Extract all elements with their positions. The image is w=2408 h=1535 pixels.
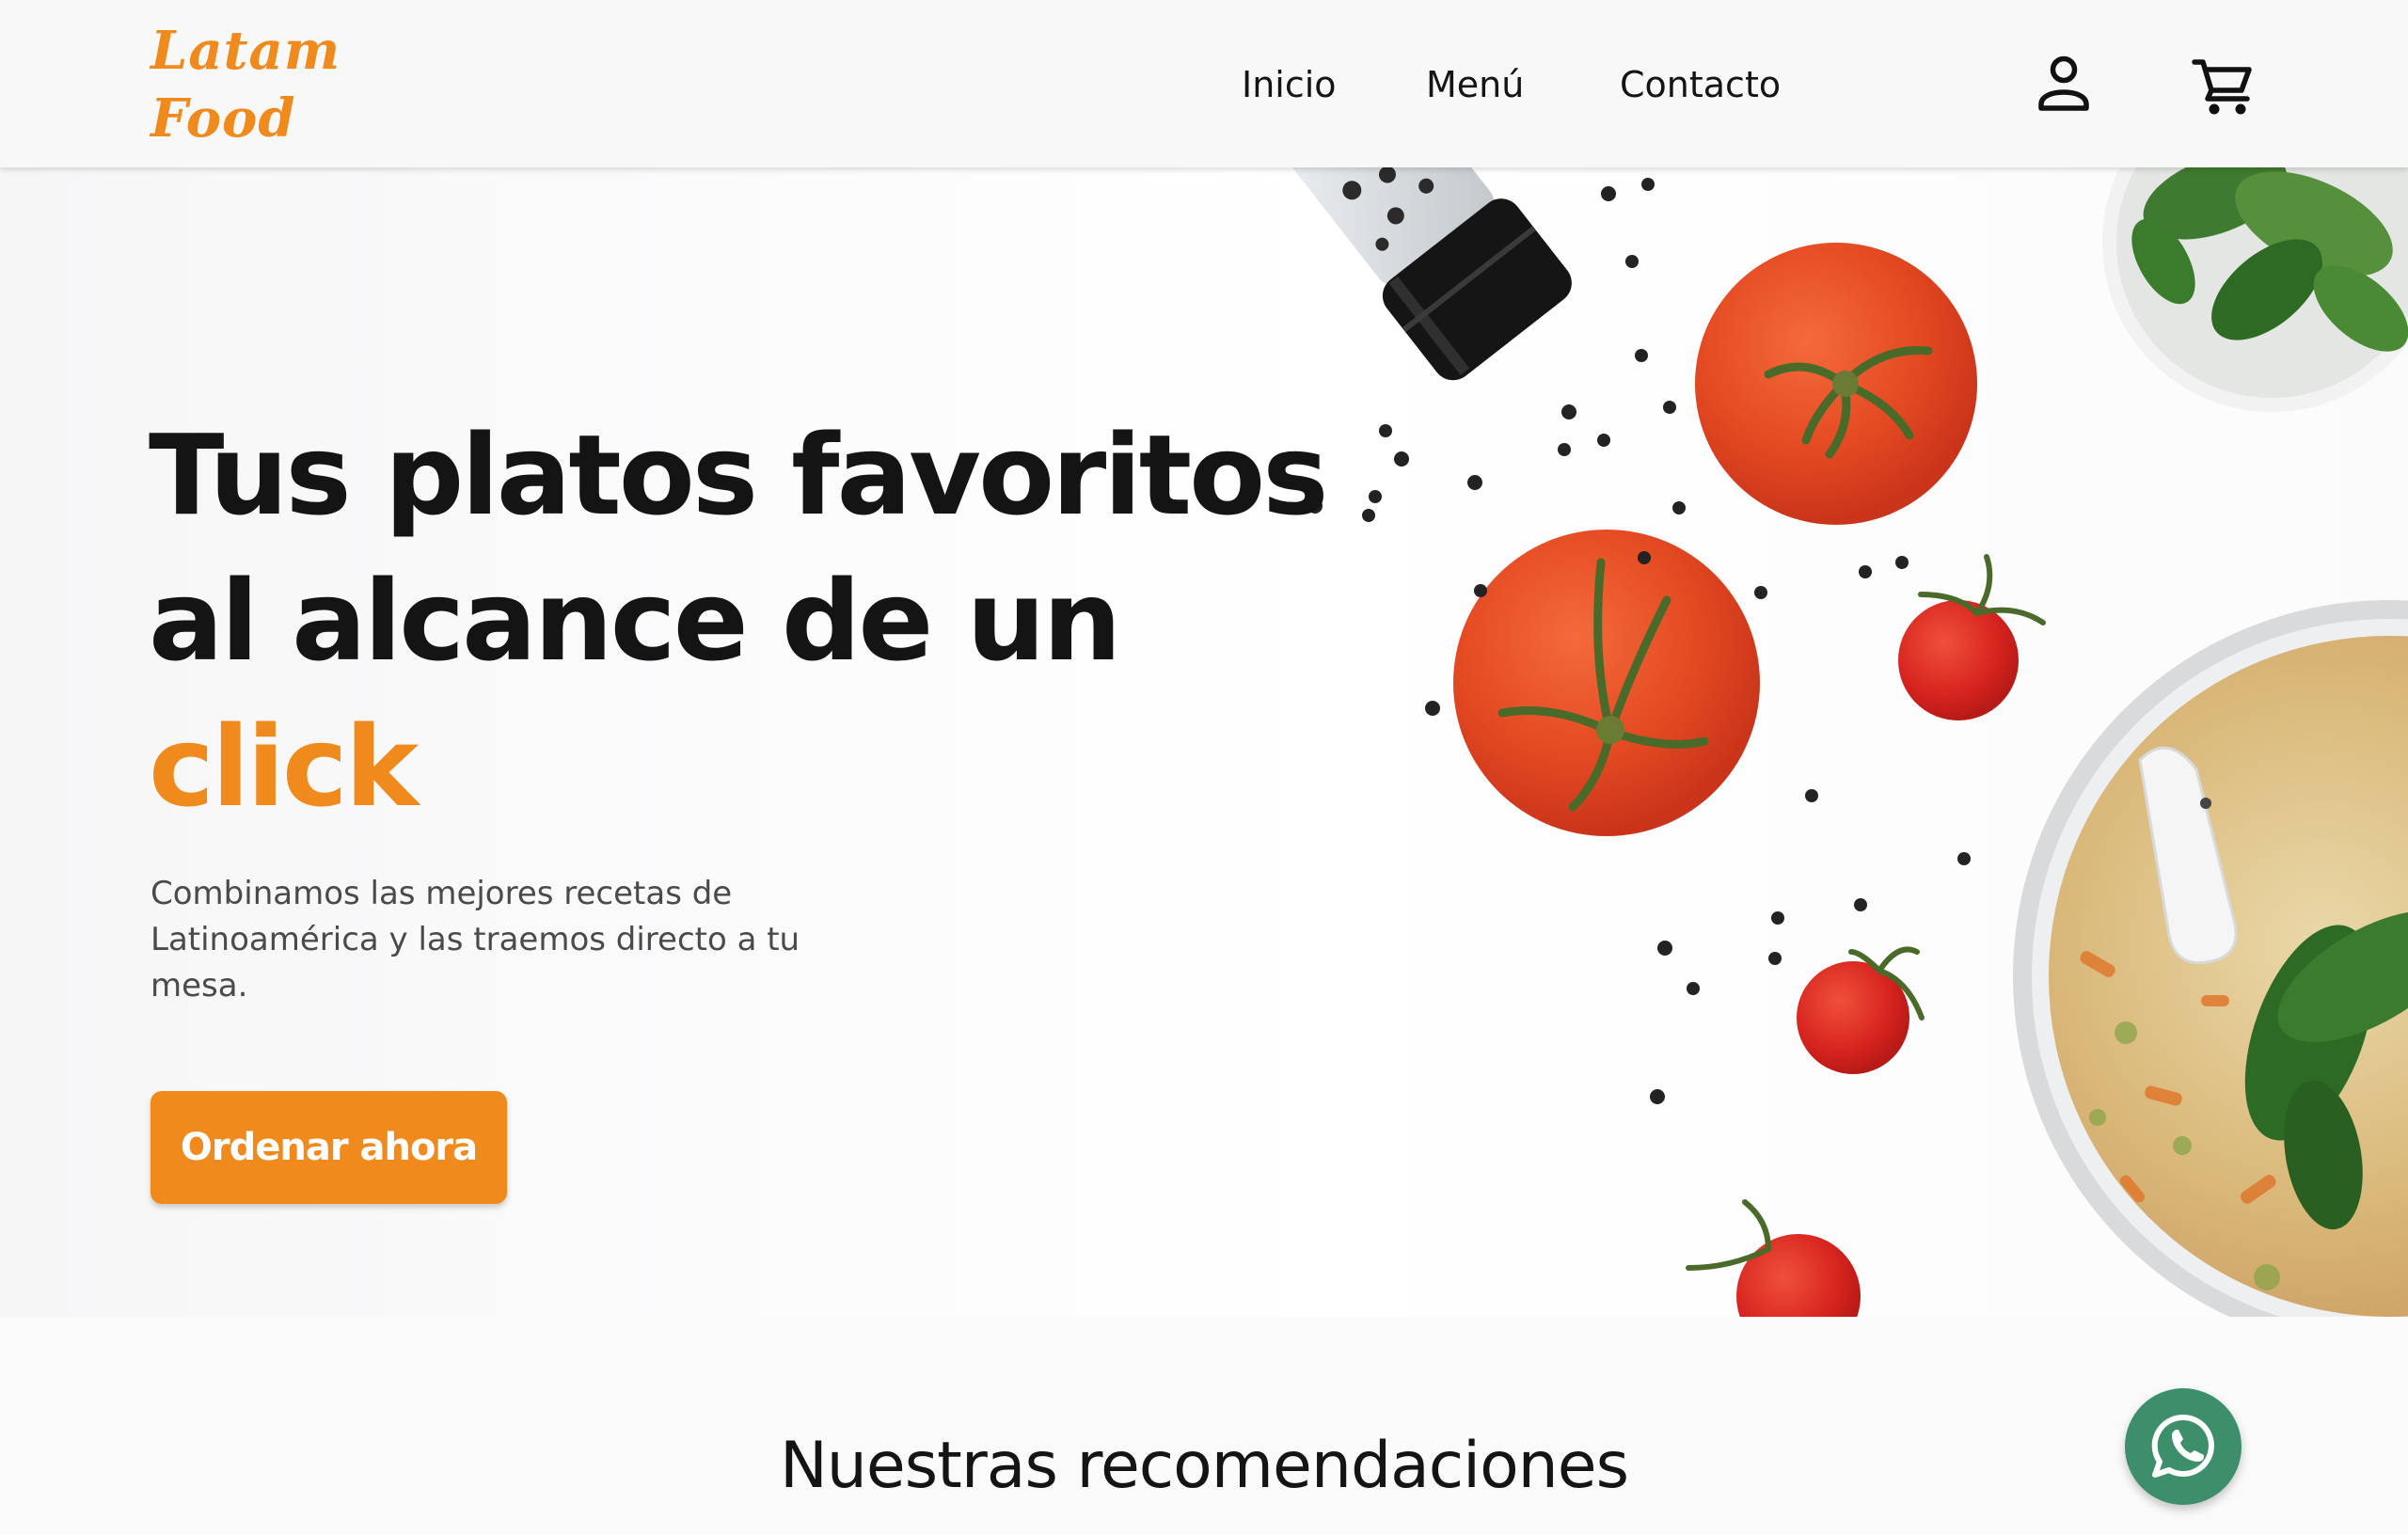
- hero-description: Combinamos las mejores recetas de Latino…: [150, 875, 800, 1005]
- nav-link-contacto[interactable]: Contacto: [1620, 58, 1781, 111]
- hero-title: Tus platos favoritos al alcance de un cl…: [149, 403, 1328, 840]
- nav-link-inicio[interactable]: Inicio: [1242, 58, 1337, 111]
- nav-link-menu[interactable]: Menú: [1426, 58, 1524, 111]
- shopping-cart-icon: [2192, 59, 2252, 115]
- brand-logo-line2: Food: [150, 87, 296, 150]
- brand-logo-line1: Latam: [150, 20, 341, 82]
- order-now-button[interactable]: Ordenar ahora: [150, 1091, 507, 1204]
- hero-title-accent: click: [149, 702, 419, 831]
- brand-logo[interactable]: Latam Food: [150, 17, 341, 152]
- cart-button[interactable]: [2186, 49, 2261, 124]
- recommendations-title: Nuestras recomendaciones: [779, 1429, 1629, 1503]
- whatsapp-icon: [2151, 1414, 2214, 1478]
- user-icon: [2038, 55, 2089, 111]
- whatsapp-button[interactable]: [2125, 1388, 2242, 1505]
- site-header: Latam Food Inicio Menú Contacto: [0, 0, 2408, 167]
- account-button[interactable]: [2026, 49, 2101, 124]
- hero-title-line1: Tus platos favoritos: [149, 410, 1328, 540]
- hero-title-line2: al alcance de un: [149, 556, 1121, 686]
